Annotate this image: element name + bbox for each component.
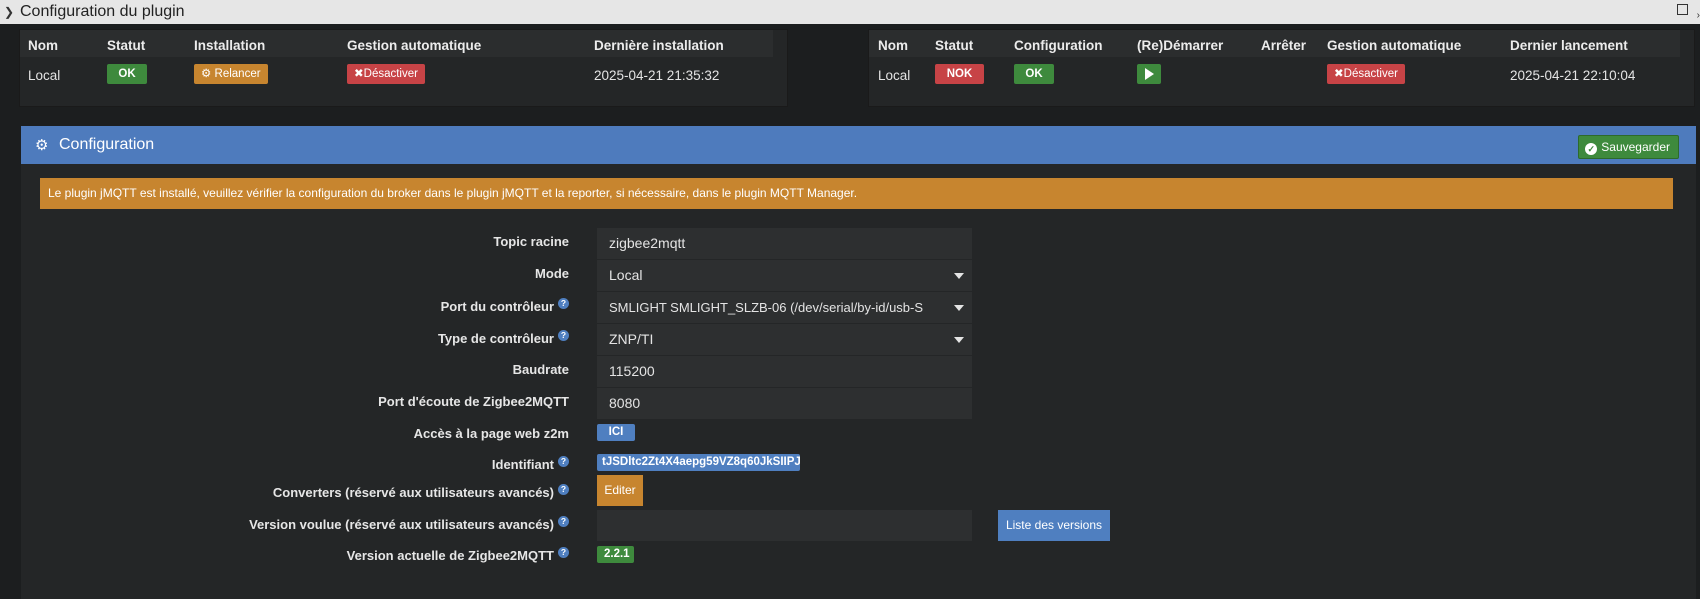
- chevron-right-icon[interactable]: ❯: [4, 5, 18, 19]
- baudrate-label: Baudrate: [513, 362, 569, 377]
- listen-port-input[interactable]: 8080: [597, 388, 972, 419]
- daemon-panel: Nom Statut Configuration (Re)Démarrer Ar…: [868, 29, 1695, 107]
- help-icon[interactable]: ?: [558, 456, 569, 467]
- help-icon[interactable]: ?: [558, 298, 569, 309]
- dep-header-name: Nom: [28, 38, 58, 53]
- daemon-header-status: Statut: [935, 38, 974, 53]
- save-label: Sauvegarder: [1601, 140, 1670, 154]
- identifier-label: Identifiant?: [492, 456, 569, 472]
- daemon-config-badge: OK: [1014, 64, 1054, 84]
- edit-converters-button[interactable]: Editer: [597, 475, 643, 506]
- mode-value: Local: [609, 267, 643, 283]
- version-current-badge: 2.2.1: [597, 546, 634, 563]
- daemon-header-name: Nom: [878, 38, 908, 53]
- play-icon: [1145, 68, 1154, 80]
- window-title: Configuration du plugin: [20, 3, 185, 20]
- relaunch-label: Relancer: [214, 68, 261, 80]
- help-icon[interactable]: ?: [558, 516, 569, 527]
- version-current-label: Version actuelle de Zigbee2MQTT?: [347, 547, 569, 563]
- help-icon[interactable]: ?: [558, 484, 569, 495]
- type-value: ZNP/TI: [609, 331, 654, 347]
- type-label-text: Type de contrôleur: [437, 331, 554, 346]
- version-wanted-label-text: Version voulue (réservé aux utilisateurs…: [249, 517, 554, 532]
- bicycle-icon: ⚙︎: [201, 68, 215, 80]
- topic-label: Topic racine: [493, 234, 569, 249]
- dep-header-last: Dernière installation: [594, 38, 724, 53]
- dep-row-name: Local: [28, 68, 61, 83]
- caret-down-icon: [954, 305, 964, 311]
- version-current-label-text: Version actuelle de Zigbee2MQTT: [346, 548, 554, 563]
- daemon-header-auto: Gestion automatique: [1327, 38, 1462, 53]
- mode-label-text: Mode: [535, 266, 569, 281]
- daemon-last-launch: 2025-04-21 22:10:04: [1510, 68, 1636, 83]
- port-label: Port du contrôleur?: [441, 298, 569, 314]
- dep-status-badge: OK: [107, 64, 147, 84]
- daemon-header-config: Configuration: [1014, 38, 1103, 53]
- converters-label-text: Converters (réservé aux utilisateurs ava…: [272, 485, 554, 500]
- close-icon: ✖: [1334, 68, 1344, 80]
- version-wanted-input[interactable]: [597, 510, 972, 541]
- listen-port-label: Port d'écoute de Zigbee2MQTT: [378, 394, 569, 409]
- dep-last-install: 2025-04-21 21:35:32: [594, 68, 720, 83]
- baudrate-input[interactable]: 115200: [597, 356, 972, 387]
- daemon-status-badge: NOK: [935, 64, 984, 84]
- topic-label-text: Topic racine: [493, 234, 569, 249]
- web-label: Accès à la page web z2m: [414, 426, 569, 441]
- dep-header-install: Installation: [194, 38, 266, 53]
- configuration-header: ⚙︎ Configuration ✓ Sauvegarder: [21, 126, 1696, 164]
- port-label-text: Port du contrôleur: [440, 299, 554, 314]
- dep-auto-disable-label: Désactiver: [363, 68, 418, 80]
- close-icon: ✖: [354, 68, 364, 80]
- jmqtt-warning: Le plugin jMQTT est installé, veuillez v…: [40, 178, 1673, 209]
- daemon-header-restart: (Re)Démarrer: [1137, 38, 1224, 53]
- web-label-text: Accès à la page web z2m: [413, 426, 569, 441]
- configuration-title: Configuration: [59, 136, 155, 153]
- save-button[interactable]: ✓ Sauvegarder: [1578, 135, 1679, 159]
- type-label: Type de contrôleur?: [438, 330, 569, 346]
- daemon-header-stop: Arrêter: [1261, 38, 1307, 53]
- gears-icon: ⚙︎: [35, 137, 49, 154]
- dep-auto-disable-button[interactable]: ✖Désactiver: [347, 64, 425, 84]
- daemon-row-name: Local: [878, 68, 911, 83]
- start-daemon-button[interactable]: [1137, 64, 1161, 84]
- topic-input[interactable]: zigbee2mqtt: [597, 228, 972, 259]
- dep-header-status: Statut: [107, 38, 146, 53]
- identifier-label-text: Identifiant: [491, 457, 554, 472]
- maximize-icon[interactable]: [1677, 4, 1688, 15]
- baudrate-label-text: Baudrate: [512, 362, 569, 377]
- dependencies-panel: Nom Statut Installation Gestion automati…: [19, 29, 788, 107]
- version-list-button[interactable]: Liste des versions: [998, 510, 1110, 541]
- collapse-icon[interactable]: ›: [1697, 10, 1700, 21]
- caret-down-icon: [954, 337, 964, 343]
- port-value: SMLIGHT SMLIGHT_SLZB-06 (/dev/serial/by-…: [609, 300, 924, 315]
- version-wanted-label: Version voulue (réservé aux utilisateurs…: [249, 516, 569, 532]
- converters-label: Converters (réservé aux utilisateurs ava…: [273, 484, 569, 500]
- mode-select[interactable]: Local: [597, 260, 972, 291]
- relaunch-dependencies-button[interactable]: ⚙︎ Relancer: [194, 64, 268, 84]
- dep-header-auto: Gestion automatique: [347, 38, 482, 53]
- configuration-card: ⚙︎ Configuration ✓ Sauvegarder Le plugin …: [21, 126, 1696, 599]
- type-select[interactable]: ZNP/TI: [597, 324, 972, 355]
- port-select[interactable]: SMLIGHT SMLIGHT_SLZB-06 (/dev/serial/by-…: [597, 292, 972, 323]
- check-circle-icon: ✓: [1585, 143, 1598, 155]
- listen-port-label-text: Port d'écoute de Zigbee2MQTT: [378, 394, 569, 409]
- web-link-button[interactable]: ICI: [597, 424, 635, 441]
- mode-label: Mode: [535, 266, 569, 281]
- caret-down-icon: [954, 273, 964, 279]
- help-icon[interactable]: ?: [558, 547, 569, 558]
- identifier-value: tJSDltc2Zt4X4aepg59VZ8q60JkSIIPJ: [597, 454, 801, 471]
- daemon-auto-disable-button[interactable]: ✖Désactiver: [1327, 64, 1405, 84]
- daemon-header-last: Dernier lancement: [1510, 38, 1628, 53]
- help-icon[interactable]: ?: [558, 330, 569, 341]
- window-titlebar: ❯ Configuration du plugin ›: [0, 0, 1700, 24]
- daemon-auto-disable-label: Désactiver: [1343, 68, 1398, 80]
